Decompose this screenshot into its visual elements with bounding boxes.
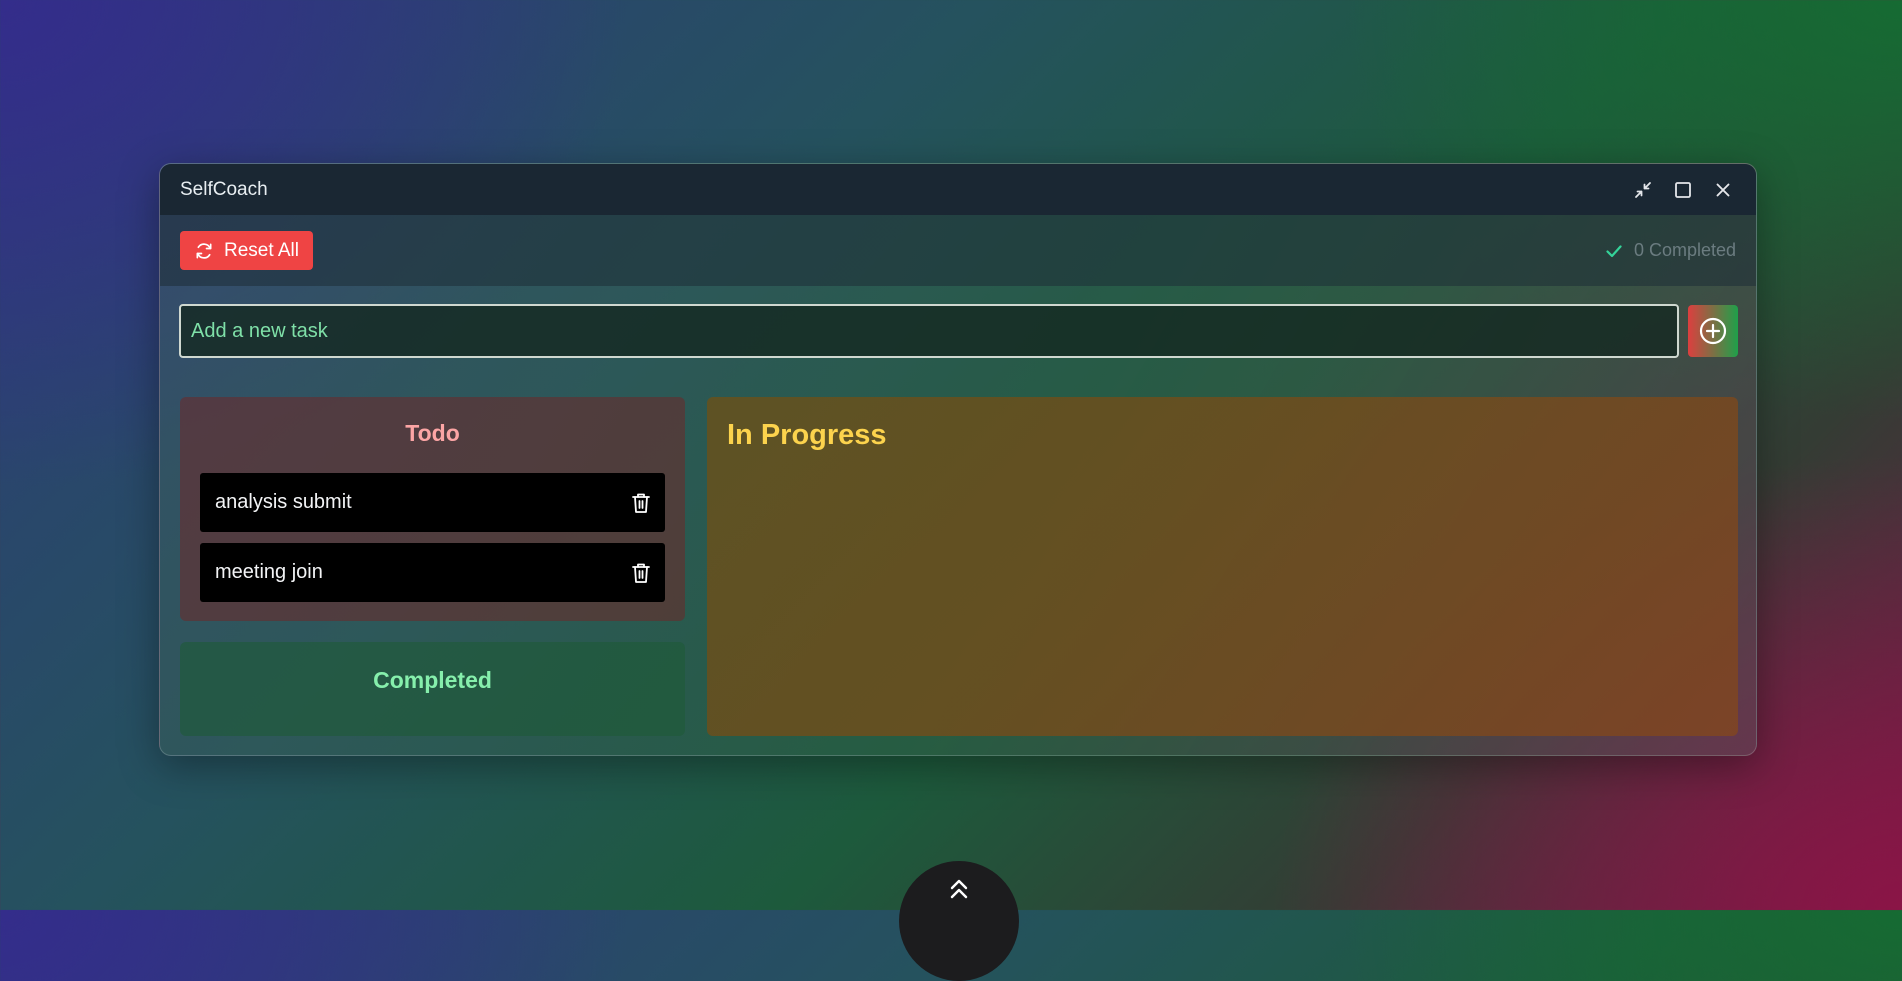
- collapse-button[interactable]: [1632, 179, 1654, 201]
- todo-column: Todo analysis submit meeting join: [180, 397, 685, 621]
- scroll-up-button[interactable]: [899, 861, 1019, 981]
- completed-count-text: 0 Completed: [1633, 240, 1736, 260]
- window-title: SelfCoach: [180, 178, 268, 200]
- task-label: meeting join: [215, 561, 323, 583]
- close-button[interactable]: [1712, 179, 1734, 201]
- close-icon: [1713, 180, 1733, 200]
- reset-all-button[interactable]: Reset All: [180, 231, 313, 270]
- new-task-input[interactable]: [179, 304, 1679, 358]
- toolbar: Reset All 0 Completed: [160, 215, 1756, 286]
- completed-column: Completed: [180, 642, 685, 736]
- task-card[interactable]: analysis submit: [200, 473, 665, 532]
- completed-column-title: Completed: [373, 667, 492, 693]
- app-window: SelfCoach Reset All 0 Completed Add a ne…: [159, 163, 1757, 756]
- double-chevron-up-icon: [949, 878, 969, 900]
- check-icon: [1604, 241, 1624, 261]
- plus-circle-icon: [1698, 316, 1728, 346]
- task-card[interactable]: meeting join: [200, 543, 665, 602]
- completed-count: 0 Completed: [1604, 215, 1736, 286]
- trash-icon[interactable]: [631, 562, 651, 584]
- maximize-button[interactable]: [1672, 179, 1694, 201]
- collapse-icon: [1633, 180, 1653, 200]
- maximize-icon: [1673, 180, 1693, 200]
- title-bar[interactable]: SelfCoach: [160, 164, 1756, 215]
- reset-all-label: Reset All: [224, 239, 299, 261]
- todo-column-title: Todo: [405, 420, 460, 446]
- refresh-icon: [194, 241, 214, 261]
- in-progress-column-title: In Progress: [727, 419, 887, 451]
- in-progress-column: In Progress: [707, 397, 1738, 736]
- trash-icon[interactable]: [631, 492, 651, 514]
- add-task-button[interactable]: [1688, 305, 1738, 357]
- window-controls: [1632, 164, 1734, 215]
- task-label: analysis submit: [215, 491, 352, 513]
